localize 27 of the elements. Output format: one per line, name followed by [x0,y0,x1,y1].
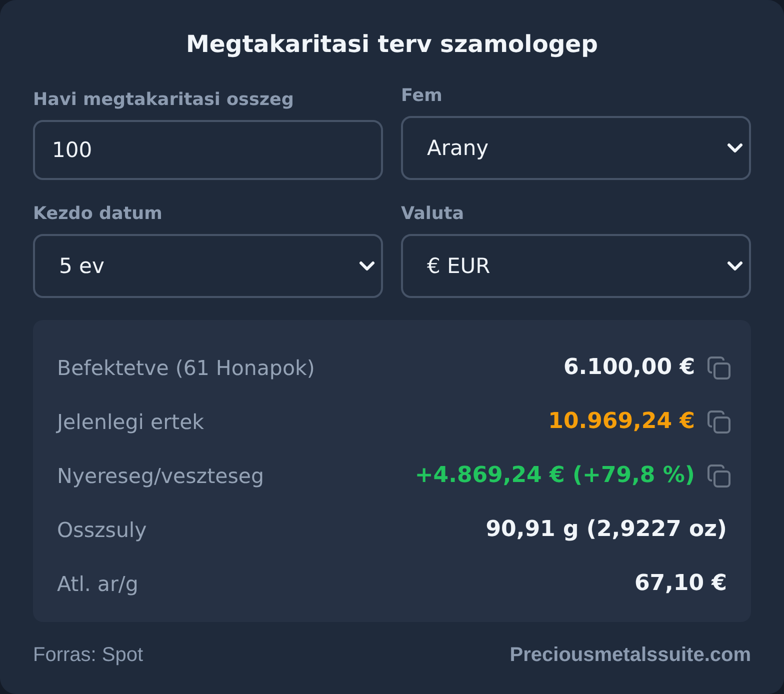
result-label: Osszsuly [57,517,147,543]
chevron-down-icon [359,261,375,271]
chevron-down-icon [727,261,743,271]
result-label: Jelenlegi ertek [57,409,204,435]
copy-icon[interactable] [707,356,731,380]
copy-icon[interactable] [707,410,731,434]
result-value: 90,91 g (2,9227 oz) [486,517,727,543]
result-label: Befektetve (61 Honapok) [57,355,315,381]
result-value: 10.969,24 € [548,409,695,435]
copy-icon[interactable] [707,464,731,488]
result-value: 6.100,00 € [563,355,695,381]
field-label: Fem [401,85,442,108]
website-link[interactable]: Preciousmetalssuite.com [510,643,751,667]
field-label: Havi megtakaritasi osszeg [33,89,294,112]
source-note: Forras: Spot [33,643,144,667]
result-label: Nyereseg/veszteseg [57,463,264,489]
field-label: Valuta [401,203,464,226]
chevron-down-icon [727,143,743,153]
dropdown-select[interactable]: Arany [401,116,751,180]
calculator-title: Megtakaritasi terv szamologep [185,29,599,60]
dropdown-select[interactable]: 5 ev [33,234,383,298]
result-label: Atl. ar/g [57,571,138,597]
result-value: 67,10 € [634,571,727,597]
field-label: Kezdo datum [33,203,162,226]
amount-input[interactable]: 100 [33,120,383,180]
result-value: +4.869,24 € (+79,8 %) [414,463,695,489]
dropdown-select[interactable]: € EUR [401,234,751,298]
